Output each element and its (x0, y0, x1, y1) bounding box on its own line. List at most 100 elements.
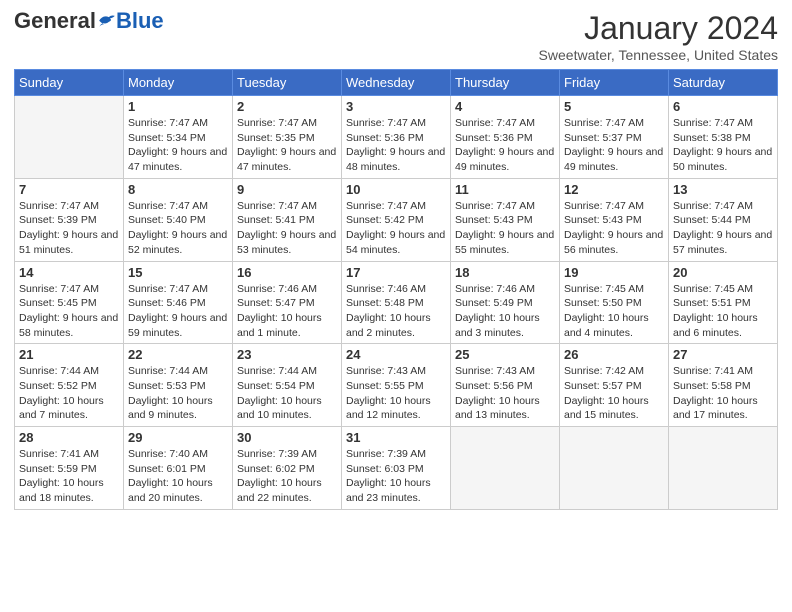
logo: General Blue (14, 10, 164, 32)
cell-w3-d1: 14 Sunrise: 7:47 AMSunset: 5:45 PMDayligh… (15, 261, 124, 344)
day-number-21: 21 (19, 347, 119, 362)
cell-w2-d3: 9Sunrise: 7:47 AMSunset: 5:41 PMDaylight… (233, 178, 342, 261)
day-number-7: 7 (19, 182, 119, 197)
page-container: General Blue January 2024 Sweetwater, Te… (0, 0, 792, 520)
day-number-5: 5 (564, 99, 664, 114)
cell-w4-d6: 26 Sunrise: 7:42 AMSunset: 5:57 PMDayligh… (560, 344, 669, 427)
header: General Blue January 2024 Sweetwater, Te… (14, 10, 778, 63)
day-info-14: Sunrise: 7:47 AMSunset: 5:45 PMDaylight:… (19, 282, 119, 341)
day-info-24: Sunrise: 7:43 AMSunset: 5:55 PMDaylight:… (346, 364, 446, 423)
col-monday: Monday (124, 70, 233, 96)
day-info-26: Sunrise: 7:42 AMSunset: 5:57 PMDaylight:… (564, 364, 664, 423)
week-row-2: 7 Sunrise: 7:47 AMSunset: 5:39 PMDaylight… (15, 178, 778, 261)
day-number-23: 23 (237, 347, 337, 362)
day-info-16: Sunrise: 7:46 AMSunset: 5:47 PMDaylight:… (237, 282, 337, 341)
day-info-2: Sunrise: 7:47 AMSunset: 5:35 PMDaylight:… (237, 116, 337, 175)
cell-w3-d2: 15 Sunrise: 7:47 AMSunset: 5:46 PMDayligh… (124, 261, 233, 344)
col-wednesday: Wednesday (342, 70, 451, 96)
cell-w3-d4: 17 Sunrise: 7:46 AMSunset: 5:48 PMDayligh… (342, 261, 451, 344)
day-info-28: Sunrise: 7:41 AMSunset: 5:59 PMDaylight:… (19, 447, 119, 506)
day-number-10: 10 (346, 182, 446, 197)
day-number-9: 9 (237, 182, 337, 197)
day-info-7: Sunrise: 7:47 AMSunset: 5:39 PMDaylight:… (19, 199, 119, 258)
cell-w5-d1: 28 Sunrise: 7:41 AMSunset: 5:59 PMDayligh… (15, 427, 124, 510)
day-number-31: 31 (346, 430, 446, 445)
cell-w5-d5 (451, 427, 560, 510)
col-friday: Friday (560, 70, 669, 96)
day-number-18: 18 (455, 265, 555, 280)
day-number-6: 6 (673, 99, 773, 114)
calendar-table: Sunday Monday Tuesday Wednesday Thursday… (14, 69, 778, 510)
day-number-29: 29 (128, 430, 228, 445)
day-info-6: Sunrise: 7:47 AMSunset: 5:38 PMDaylight:… (673, 116, 773, 175)
cell-w3-d7: 20 Sunrise: 7:45 AMSunset: 5:51 PMDayligh… (669, 261, 778, 344)
cell-w1-d4: 3Sunrise: 7:47 AMSunset: 5:36 PMDaylight… (342, 96, 451, 179)
cell-w4-d5: 25 Sunrise: 7:43 AMSunset: 5:56 PMDayligh… (451, 344, 560, 427)
cell-w2-d1: 7 Sunrise: 7:47 AMSunset: 5:39 PMDaylight… (15, 178, 124, 261)
day-info-10: Sunrise: 7:47 AMSunset: 5:42 PMDaylight:… (346, 199, 446, 258)
day-info-3: Sunrise: 7:47 AMSunset: 5:36 PMDaylight:… (346, 116, 446, 175)
day-info-17: Sunrise: 7:46 AMSunset: 5:48 PMDaylight:… (346, 282, 446, 341)
cell-w4-d4: 24 Sunrise: 7:43 AMSunset: 5:55 PMDayligh… (342, 344, 451, 427)
day-number-25: 25 (455, 347, 555, 362)
cell-w3-d5: 18Sunrise: 7:46 AMSunset: 5:49 PMDayligh… (451, 261, 560, 344)
day-info-31: Sunrise: 7:39 AMSunset: 6:03 PMDaylight:… (346, 447, 446, 506)
logo-text: General Blue (14, 10, 164, 32)
day-number-14: 14 (19, 265, 119, 280)
col-saturday: Saturday (669, 70, 778, 96)
day-info-13: Sunrise: 7:47 AMSunset: 5:44 PMDaylight:… (673, 199, 773, 258)
calendar-header-row: Sunday Monday Tuesday Wednesday Thursday… (15, 70, 778, 96)
col-thursday: Thursday (451, 70, 560, 96)
day-info-27: Sunrise: 7:41 AMSunset: 5:58 PMDaylight:… (673, 364, 773, 423)
day-info-21: Sunrise: 7:44 AMSunset: 5:52 PMDaylight:… (19, 364, 119, 423)
day-number-16: 16 (237, 265, 337, 280)
day-info-11: Sunrise: 7:47 AMSunset: 5:43 PMDaylight:… (455, 199, 555, 258)
day-info-12: Sunrise: 7:47 AMSunset: 5:43 PMDaylight:… (564, 199, 664, 258)
day-info-5: Sunrise: 7:47 AMSunset: 5:37 PMDaylight:… (564, 116, 664, 175)
week-row-4: 21 Sunrise: 7:44 AMSunset: 5:52 PMDayligh… (15, 344, 778, 427)
cell-w4-d7: 27 Sunrise: 7:41 AMSunset: 5:58 PMDayligh… (669, 344, 778, 427)
cell-w1-d3: 2Sunrise: 7:47 AMSunset: 5:35 PMDaylight… (233, 96, 342, 179)
day-number-17: 17 (346, 265, 446, 280)
day-number-22: 22 (128, 347, 228, 362)
cell-w1-d2: 1Sunrise: 7:47 AMSunset: 5:34 PMDaylight… (124, 96, 233, 179)
col-sunday: Sunday (15, 70, 124, 96)
cell-w2-d5: 11 Sunrise: 7:47 AMSunset: 5:43 PMDayligh… (451, 178, 560, 261)
day-number-4: 4 (455, 99, 555, 114)
day-info-4: Sunrise: 7:47 AMSunset: 5:36 PMDaylight:… (455, 116, 555, 175)
cell-w3-d6: 19Sunrise: 7:45 AMSunset: 5:50 PMDayligh… (560, 261, 669, 344)
cell-w4-d2: 22 Sunrise: 7:44 AMSunset: 5:53 PMDayligh… (124, 344, 233, 427)
day-number-28: 28 (19, 430, 119, 445)
month-title: January 2024 (539, 10, 778, 47)
day-info-20: Sunrise: 7:45 AMSunset: 5:51 PMDaylight:… (673, 282, 773, 341)
day-info-25: Sunrise: 7:43 AMSunset: 5:56 PMDaylight:… (455, 364, 555, 423)
logo-blue: Blue (116, 10, 164, 32)
cell-w5-d2: 29 Sunrise: 7:40 AMSunset: 6:01 PMDayligh… (124, 427, 233, 510)
day-info-22: Sunrise: 7:44 AMSunset: 5:53 PMDaylight:… (128, 364, 228, 423)
cell-w1-d1 (15, 96, 124, 179)
day-number-15: 15 (128, 265, 228, 280)
day-number-26: 26 (564, 347, 664, 362)
day-number-20: 20 (673, 265, 773, 280)
col-tuesday: Tuesday (233, 70, 342, 96)
cell-w3-d3: 16 Sunrise: 7:46 AMSunset: 5:47 PMDayligh… (233, 261, 342, 344)
day-info-15: Sunrise: 7:47 AMSunset: 5:46 PMDaylight:… (128, 282, 228, 341)
title-block: January 2024 Sweetwater, Tennessee, Unit… (539, 10, 778, 63)
day-number-11: 11 (455, 182, 555, 197)
cell-w1-d6: 5 Sunrise: 7:47 AMSunset: 5:37 PMDaylight… (560, 96, 669, 179)
day-info-29: Sunrise: 7:40 AMSunset: 6:01 PMDaylight:… (128, 447, 228, 506)
day-number-13: 13 (673, 182, 773, 197)
cell-w5-d6 (560, 427, 669, 510)
day-number-24: 24 (346, 347, 446, 362)
cell-w4-d3: 23 Sunrise: 7:44 AMSunset: 5:54 PMDayligh… (233, 344, 342, 427)
week-row-3: 14 Sunrise: 7:47 AMSunset: 5:45 PMDayligh… (15, 261, 778, 344)
day-number-30: 30 (237, 430, 337, 445)
cell-w2-d6: 12Sunrise: 7:47 AMSunset: 5:43 PMDayligh… (560, 178, 669, 261)
week-row-5: 28 Sunrise: 7:41 AMSunset: 5:59 PMDayligh… (15, 427, 778, 510)
day-number-27: 27 (673, 347, 773, 362)
day-info-30: Sunrise: 7:39 AMSunset: 6:02 PMDaylight:… (237, 447, 337, 506)
week-row-1: 1Sunrise: 7:47 AMSunset: 5:34 PMDaylight… (15, 96, 778, 179)
day-info-23: Sunrise: 7:44 AMSunset: 5:54 PMDaylight:… (237, 364, 337, 423)
cell-w2-d7: 13 Sunrise: 7:47 AMSunset: 5:44 PMDayligh… (669, 178, 778, 261)
day-info-19: Sunrise: 7:45 AMSunset: 5:50 PMDaylight:… (564, 282, 664, 341)
